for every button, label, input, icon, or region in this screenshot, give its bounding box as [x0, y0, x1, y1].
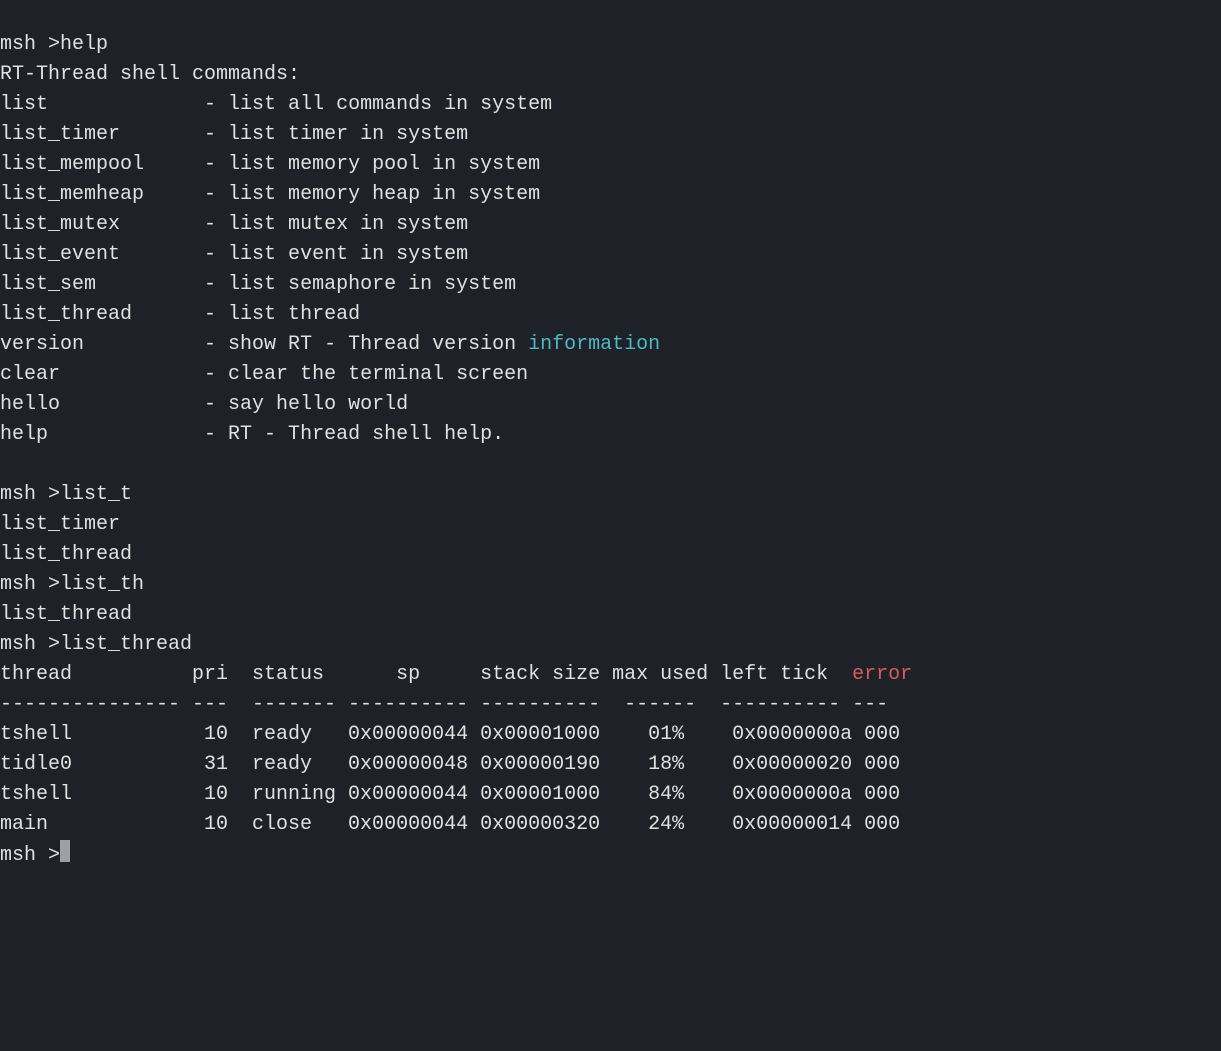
help-cmd-desc: - clear the terminal screen [204, 363, 528, 386]
help-pad [84, 333, 204, 356]
help-pad [120, 243, 204, 266]
help-cmd-name: list_memheap [0, 183, 144, 206]
help-row: version - show RT - Thread version infor… [0, 333, 660, 356]
prompt: msh > [0, 33, 60, 56]
help-pad [144, 153, 204, 176]
help-cmd-name: list_event [0, 243, 120, 266]
help-cmd-desc: - list memory heap in system [204, 183, 540, 206]
help-cmd-desc: - list memory pool in system [204, 153, 540, 176]
help-row: hello - say hello world [0, 393, 408, 416]
command-text: list_th [60, 573, 144, 596]
table-row: tshell 10 ready 0x00000044 0x00001000 01… [0, 723, 900, 746]
table-row: tshell 10 running 0x00000044 0x00001000 … [0, 783, 900, 806]
help-pad [96, 273, 204, 296]
help-row: list_event - list event in system [0, 243, 468, 266]
help-cmd-desc: - RT - Thread shell help. [204, 423, 504, 446]
prompt-line: msh >list_t [0, 483, 132, 506]
prompt-line: msh >list_thread [0, 633, 192, 656]
help-cmd-name: clear [0, 363, 60, 386]
help-cmd-name: list_mempool [0, 153, 144, 176]
help-pad [60, 393, 204, 416]
terminal[interactable]: msh >help RT-Thread shell commands: list… [0, 30, 1221, 871]
prompt: msh > [0, 633, 60, 656]
help-cmd-name: list_timer [0, 123, 120, 146]
help-cmd-desc: - list timer in system [204, 123, 468, 146]
cursor [60, 840, 70, 862]
command-text: list_t [60, 483, 132, 506]
help-pad [120, 123, 204, 146]
command-text: list_thread [60, 633, 192, 656]
help-pad [48, 93, 204, 116]
help-cmd-desc: - list semaphore in system [204, 273, 516, 296]
help-cmd-name: list_sem [0, 273, 96, 296]
help-row: list_mempool - list memory pool in syste… [0, 153, 540, 176]
help-row: clear - clear the terminal screen [0, 363, 528, 386]
help-pad [144, 183, 204, 206]
help-cmd-desc: - show RT - Thread version [204, 333, 528, 356]
help-pad [60, 363, 204, 386]
help-cmd-name: list [0, 93, 48, 116]
help-pad [48, 423, 204, 446]
help-row: list_mutex - list mutex in system [0, 213, 468, 236]
table-header-error: error [852, 663, 912, 686]
output-line: list_thread [0, 603, 132, 626]
prompt: msh > [0, 483, 60, 506]
help-row: list - list all commands in system [0, 93, 552, 116]
help-cmd-name: hello [0, 393, 60, 416]
help-cmd-desc: - list mutex in system [204, 213, 468, 236]
help-row: list_sem - list semaphore in system [0, 273, 516, 296]
help-cmd-desc: - list all commands in system [204, 93, 552, 116]
prompt-line: msh >help [0, 33, 108, 56]
output-line: list_timer [0, 513, 120, 536]
table-row: tidle0 31 ready 0x00000048 0x00000190 18… [0, 753, 900, 776]
table-header-row: thread pri status sp stack size max used… [0, 663, 912, 686]
help-cmd-desc: - list thread [204, 303, 360, 326]
help-cmd-desc: - list event in system [204, 243, 468, 266]
help-row: list_thread - list thread [0, 303, 360, 326]
command-text: help [60, 33, 108, 56]
help-cmd-name: version [0, 333, 84, 356]
prompt: msh > [0, 573, 60, 596]
help-keyword: information [528, 333, 660, 356]
help-row: list_memheap - list memory heap in syste… [0, 183, 540, 206]
table-sep-row: --------------- --- ------- ---------- -… [0, 693, 888, 716]
prompt-line[interactable]: msh > [0, 844, 70, 867]
help-cmd-name: list_mutex [0, 213, 120, 236]
output-line: RT-Thread shell commands: [0, 63, 300, 86]
prompt-line: msh >list_th [0, 573, 144, 596]
help-row: help - RT - Thread shell help. [0, 423, 504, 446]
help-row: list_timer - list timer in system [0, 123, 468, 146]
output-line: list_thread [0, 543, 132, 566]
help-pad [120, 213, 204, 236]
table-separator: --------------- --- ------- ---------- -… [0, 693, 888, 716]
help-pad [132, 303, 204, 326]
help-cmd-name: help [0, 423, 48, 446]
help-cmd-name: list_thread [0, 303, 132, 326]
help-cmd-desc: - say hello world [204, 393, 408, 416]
table-header: thread pri status sp stack size max used… [0, 663, 852, 686]
prompt: msh > [0, 844, 60, 867]
table-row: main 10 close 0x00000044 0x00000320 24% … [0, 813, 900, 836]
